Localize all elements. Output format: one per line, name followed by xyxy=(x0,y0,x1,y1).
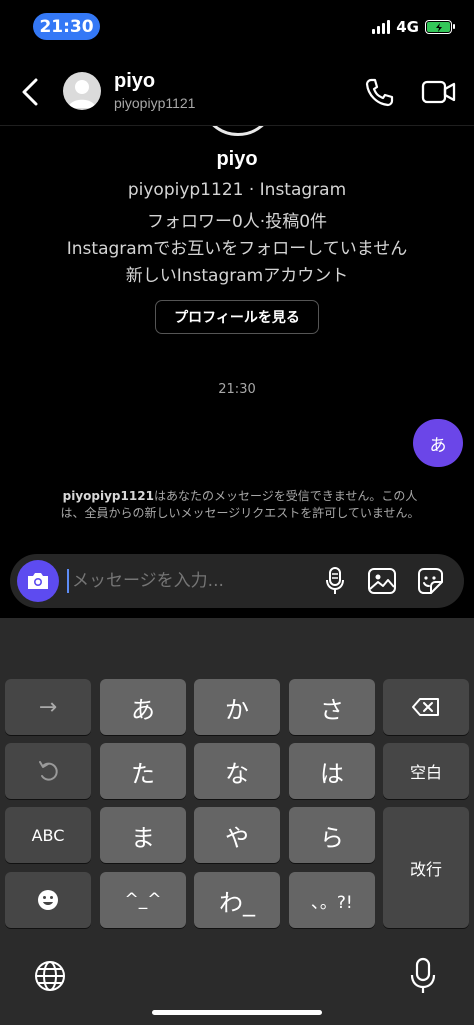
sticker-button[interactable] xyxy=(414,565,446,597)
undo-icon xyxy=(39,761,58,781)
microphone-icon xyxy=(410,957,436,993)
key-arrow-right[interactable]: → xyxy=(5,679,91,735)
key-a[interactable]: あ xyxy=(100,679,186,735)
home-indicator[interactable] xyxy=(152,1010,322,1015)
microphone-icon xyxy=(326,567,344,594)
keyboard: → あ か さ た な は 空白 ABC ま や ら 改行 ^_^ わ_ ､。?… xyxy=(0,618,474,1025)
undo-key[interactable] xyxy=(5,743,91,799)
microphone-button[interactable] xyxy=(319,565,351,597)
key-punctuation[interactable]: ､。?! xyxy=(289,872,375,928)
default-avatar-icon xyxy=(68,80,96,108)
video-camera-icon xyxy=(421,80,456,104)
key-ta[interactable]: た xyxy=(100,743,186,799)
key-ha[interactable]: は xyxy=(289,743,375,799)
globe-icon xyxy=(35,961,65,991)
sent-message-bubble[interactable]: あ xyxy=(413,419,463,467)
abc-key[interactable]: ABC xyxy=(5,807,91,863)
space-key[interactable]: 空白 xyxy=(383,743,469,799)
phone-icon xyxy=(365,78,394,107)
status-indicators: 4G xyxy=(372,18,455,36)
return-key[interactable]: 改行 xyxy=(383,807,469,928)
back-button[interactable] xyxy=(14,74,46,110)
key-ka[interactable]: か xyxy=(194,679,280,735)
key-ya[interactable]: や xyxy=(194,807,280,863)
profile-new-account: 新しいInstagramアカウント xyxy=(125,266,349,286)
dictation-button[interactable] xyxy=(408,956,438,996)
key-sa[interactable]: さ xyxy=(289,679,375,735)
camera-button[interactable] xyxy=(17,560,59,602)
message-timestamp: 21:30 xyxy=(218,382,256,397)
key-kaomoji[interactable]: ^_^ xyxy=(100,872,186,928)
emoji-key[interactable] xyxy=(5,872,91,928)
backspace-icon xyxy=(412,698,439,716)
header-username[interactable]: piyopiyp1121 xyxy=(114,95,195,111)
sticker-icon xyxy=(418,568,443,594)
text-cursor xyxy=(67,569,69,593)
message-input[interactable] xyxy=(72,568,312,594)
profile-account-line: piyopiyp1121 · Instagram xyxy=(127,180,347,200)
network-type: 4G xyxy=(396,18,419,36)
audio-call-button[interactable] xyxy=(362,76,396,108)
view-profile-button[interactable]: プロフィールを見る xyxy=(155,300,319,334)
profile-name: piyo xyxy=(216,148,258,170)
emoji-icon xyxy=(38,890,58,910)
delete-key[interactable] xyxy=(383,679,469,735)
header-name[interactable]: piyo xyxy=(114,70,155,93)
key-ra[interactable]: ら xyxy=(289,807,375,863)
profile-follow-status: Instagramでお互いをフォローしていません xyxy=(66,239,408,259)
image-icon xyxy=(368,568,396,594)
notice-username: piyopiyp1121 xyxy=(62,489,154,503)
header-divider xyxy=(0,125,474,126)
key-ma[interactable]: ま xyxy=(100,807,186,863)
gallery-button[interactable] xyxy=(366,565,398,597)
message-composer xyxy=(10,554,464,608)
avatar[interactable] xyxy=(63,72,101,110)
chevron-left-icon xyxy=(22,78,38,106)
profile-stats: フォロワー0人·投稿0件 xyxy=(146,212,328,232)
globe-button[interactable] xyxy=(32,958,68,994)
video-call-button[interactable] xyxy=(420,76,458,108)
status-time: 21:30 xyxy=(33,13,100,40)
key-wa[interactable]: わ_ xyxy=(194,872,280,928)
delivery-notice: piyopiyp1121はあなたのメッセージを受信できません。この人は、全員から… xyxy=(55,488,425,522)
key-na[interactable]: な xyxy=(194,743,280,799)
camera-icon xyxy=(28,573,48,589)
signal-icon xyxy=(372,20,391,34)
battery-icon xyxy=(425,20,455,34)
